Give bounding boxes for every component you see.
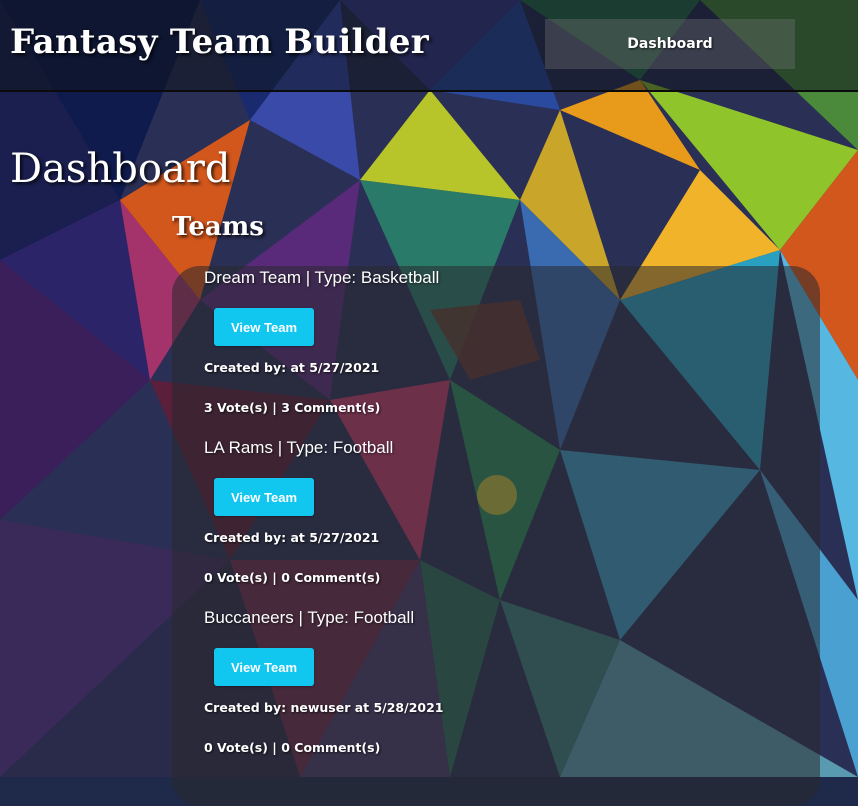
team-card: Buccaneers | Type: Football View Team Cr…: [204, 606, 804, 776]
team-name: Dream Team | Type: Basketball: [204, 268, 440, 287]
page-title: Dashboard: [10, 146, 231, 192]
team-created-info: Created by: at 5/27/2021: [204, 360, 380, 375]
team-card: LA Rams | Type: Football View Team Creat…: [204, 436, 804, 606]
team-created-info: Created by: at 5/27/2021: [204, 530, 380, 545]
view-team-button[interactable]: View Team: [214, 648, 314, 686]
team-created-info: Created by: newuser at 5/28/2021: [204, 700, 444, 715]
team-vote-comment-count: 3 Vote(s) | 3 Comment(s): [204, 400, 381, 415]
teams-section-title: Teams: [172, 212, 264, 242]
top-navbar: Fantasy Team Builder Dashboard: [0, 0, 858, 92]
team-list: Dream Team | Type: Basketball View Team …: [204, 266, 804, 776]
view-team-button[interactable]: View Team: [214, 308, 314, 346]
nav-dashboard-link[interactable]: Dashboard: [545, 19, 795, 69]
brand-title[interactable]: Fantasy Team Builder: [10, 22, 429, 62]
team-name: LA Rams | Type: Football: [204, 438, 394, 457]
team-name: Buccaneers | Type: Football: [204, 608, 415, 627]
team-card: Dream Team | Type: Basketball View Team …: [204, 266, 804, 436]
team-vote-comment-count: 0 Vote(s) | 0 Comment(s): [204, 570, 381, 585]
view-team-button[interactable]: View Team: [214, 478, 314, 516]
team-vote-comment-count: 0 Vote(s) | 0 Comment(s): [204, 740, 381, 755]
